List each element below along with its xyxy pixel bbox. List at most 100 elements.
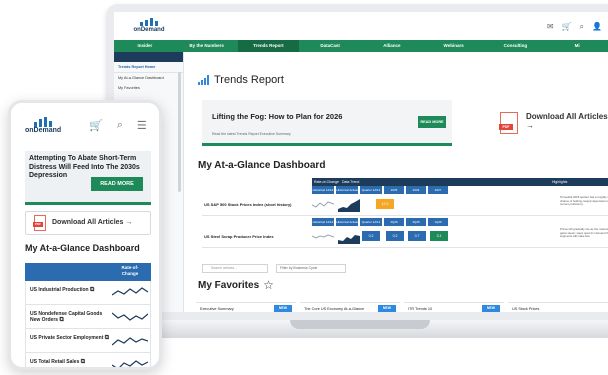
sidebar-item-dashboard[interactable]: My At-a-Glance Dashboard <box>114 73 183 83</box>
subheader: 1Q26 <box>428 218 448 226</box>
nav-item-trends-report[interactable]: Trends Report <box>237 40 300 52</box>
table-row[interactable]: US Industrial Production ⧉ <box>25 281 151 305</box>
sparkline <box>312 234 334 239</box>
main-content: Trends Report Lifting the Fog: How to Pl… <box>190 52 608 312</box>
pdf-icon: PDF <box>33 215 46 231</box>
table-row[interactable]: US S&P 500 Stock Prices Index (short his… <box>202 194 608 216</box>
laptop-notch <box>290 320 430 329</box>
mobile-read-more-button[interactable]: READ MORE <box>91 177 143 191</box>
table-row[interactable]: US Nondefense Capital Goods New Orders ⧉ <box>25 305 151 329</box>
favorite-card-title: The Core US Economy At-a-Glance <box>304 307 365 311</box>
sidebar-scrollbar[interactable] <box>178 72 181 192</box>
favorite-card[interactable]: US Stock Prices <box>508 302 608 312</box>
main-nav: Insider By the Numbers Trends Report Dat… <box>114 40 608 52</box>
sparkline <box>112 360 148 367</box>
row-label[interactable]: US Nondefense Capital Goods New Orders ⧉ <box>30 311 110 323</box>
subheader: Historical 12/12 <box>312 218 334 226</box>
favorite-card-title: US Stock Prices <box>512 307 540 311</box>
area-trend <box>338 199 360 212</box>
hero-title: Lifting the Fog: How to Plan for 2026 <box>212 112 343 121</box>
search-icon[interactable]: ⌕ <box>117 119 123 132</box>
download-all-label: Download All Articles → <box>526 112 608 130</box>
mail-icon[interactable]: ✉ <box>547 22 554 32</box>
new-badge: NEW <box>378 305 396 312</box>
favorite-card[interactable]: ITR Trends 10 NEW <box>404 302 504 312</box>
pdf-icon: PDF <box>499 112 518 134</box>
page-title-text: Trends Report <box>214 74 284 86</box>
table-row[interactable]: US Private Sector Employment ⧉ <box>25 329 151 353</box>
nav-item-alliance[interactable]: Alliance <box>361 40 423 52</box>
mobile-header: onDemand 🛒 ⌕ ☰ <box>11 103 159 143</box>
star-icon: ☆ <box>263 278 274 292</box>
favorite-card-title: ITR Trends 10 <box>408 307 433 311</box>
area-trend <box>338 235 360 244</box>
value-cell: 0.2 <box>362 231 380 241</box>
sidebar-item-trends-home[interactable]: Trends Report Home <box>114 62 183 73</box>
logo-bars-icon <box>124 18 174 26</box>
read-more-button[interactable]: READ MORE <box>418 116 446 128</box>
header-rate: Rate-of-Change <box>314 180 339 184</box>
sparkline <box>112 312 148 321</box>
menu-icon[interactable]: ☰ <box>137 119 147 132</box>
sidebar-item-favorites[interactable]: My Favorites <box>114 83 183 93</box>
sidebar-header <box>114 52 183 62</box>
brand-logo[interactable]: onDemand <box>124 18 174 33</box>
row-label[interactable]: US Total Retail Sales ⧉ <box>30 359 110 365</box>
search-icon[interactable]: ⌕ <box>580 22 584 32</box>
brand-logo[interactable]: onDemand <box>25 117 61 134</box>
nav-item-consulting[interactable]: Consulting <box>485 40 547 52</box>
hero-subtitle: Read the latest Trends Report Executive … <box>212 132 291 136</box>
mobile-download-all-link[interactable]: PDF Download All Articles → <box>25 211 151 235</box>
row-label[interactable]: US Private Sector Employment ⧉ <box>30 335 110 341</box>
business-cycle-filter[interactable]: Filter by Business Cycle <box>276 264 346 273</box>
new-badge: NEW <box>274 305 292 312</box>
external-link-icon[interactable]: ⧉ <box>90 287 94 293</box>
table-row[interactable]: US Total Retail Sales ⧉ <box>25 353 151 367</box>
laptop-screen: onDemand ✉ 🛒 ⌕ 👤 Insider By the Numbers … <box>114 12 608 312</box>
dashboard-table: Rate-of-Change Data Trend Highlights His… <box>202 178 608 250</box>
nav-item-by-the-numbers[interactable]: By the Numbers <box>176 40 238 52</box>
rate-of-change-header: Rate-of-Change <box>121 265 139 276</box>
row-label[interactable]: US Steel Scrap Producer Price Index <box>204 234 274 239</box>
subheader: Historical Actual <box>336 218 358 226</box>
header-trend: Data Trend <box>342 180 360 184</box>
nav-item-webinars[interactable]: Webinars <box>423 40 485 52</box>
user-icon[interactable]: 👤 <box>592 22 602 32</box>
external-link-icon[interactable]: ⧉ <box>105 335 109 341</box>
laptop-mockup: onDemand ✉ 🛒 ⌕ 👤 Insider By the Numbers … <box>106 4 608 340</box>
row-label[interactable]: US S&P 500 Stock Prices Index (short his… <box>204 202 292 207</box>
table-row[interactable]: US Steel Scrap Producer Price Index 0.2 … <box>202 226 608 248</box>
new-badge: NEW <box>482 305 500 312</box>
row-label[interactable]: US Industrial Production ⧉ <box>30 287 110 293</box>
mobile-table-header: Rate-of-Change <box>25 263 151 281</box>
header-highlights: Highlights <box>552 180 568 184</box>
nav-item-datacast[interactable]: DataCast <box>299 40 361 52</box>
cart-icon[interactable]: 🛒 <box>89 119 103 132</box>
search-input[interactable]: Search articles... <box>202 264 268 273</box>
table-header: Rate-of-Change Data Trend Highlights <box>312 178 608 186</box>
mobile-download-label: Download All Articles → <box>52 219 133 226</box>
value-cell: 3.1 <box>430 231 448 241</box>
row-highlight: Terrestrial 2025 quarter has a roughly 4… <box>560 195 608 207</box>
cart-icon[interactable]: 🛒 <box>562 22 572 32</box>
subheader: Historical Actual <box>336 186 358 194</box>
value-cell: 0.2 <box>386 231 404 241</box>
mobile-header-icons: 🛒 ⌕ ☰ <box>89 119 147 132</box>
hero-banner: Lifting the Fog: How to Plan for 2026 Re… <box>202 100 452 146</box>
nav-item-more[interactable]: Mi <box>546 40 608 52</box>
favorites-title: My Favorites ☆ <box>198 278 274 292</box>
download-all-link[interactable]: PDF Download All Articles → <box>492 106 608 146</box>
favorite-card[interactable]: The Core US Economy At-a-Glance NEW <box>300 302 400 312</box>
brand-name: onDemand <box>133 27 165 33</box>
subheader: 2027 <box>428 186 448 194</box>
subheader: 4Q25 <box>384 218 404 226</box>
header-icons: ✉ 🛒 ⌕ 👤 <box>547 22 602 32</box>
external-link-icon[interactable]: ⧉ <box>81 359 85 365</box>
sparkline <box>112 337 148 346</box>
nav-item-insider[interactable]: Insider <box>114 40 176 52</box>
brand-name: onDemand <box>25 127 62 134</box>
value-cell: 12.0 <box>376 199 394 209</box>
external-link-icon[interactable]: ⧉ <box>59 317 63 323</box>
sparkline <box>112 287 148 296</box>
favorite-card[interactable]: Executive Summary NEW <box>196 302 296 312</box>
